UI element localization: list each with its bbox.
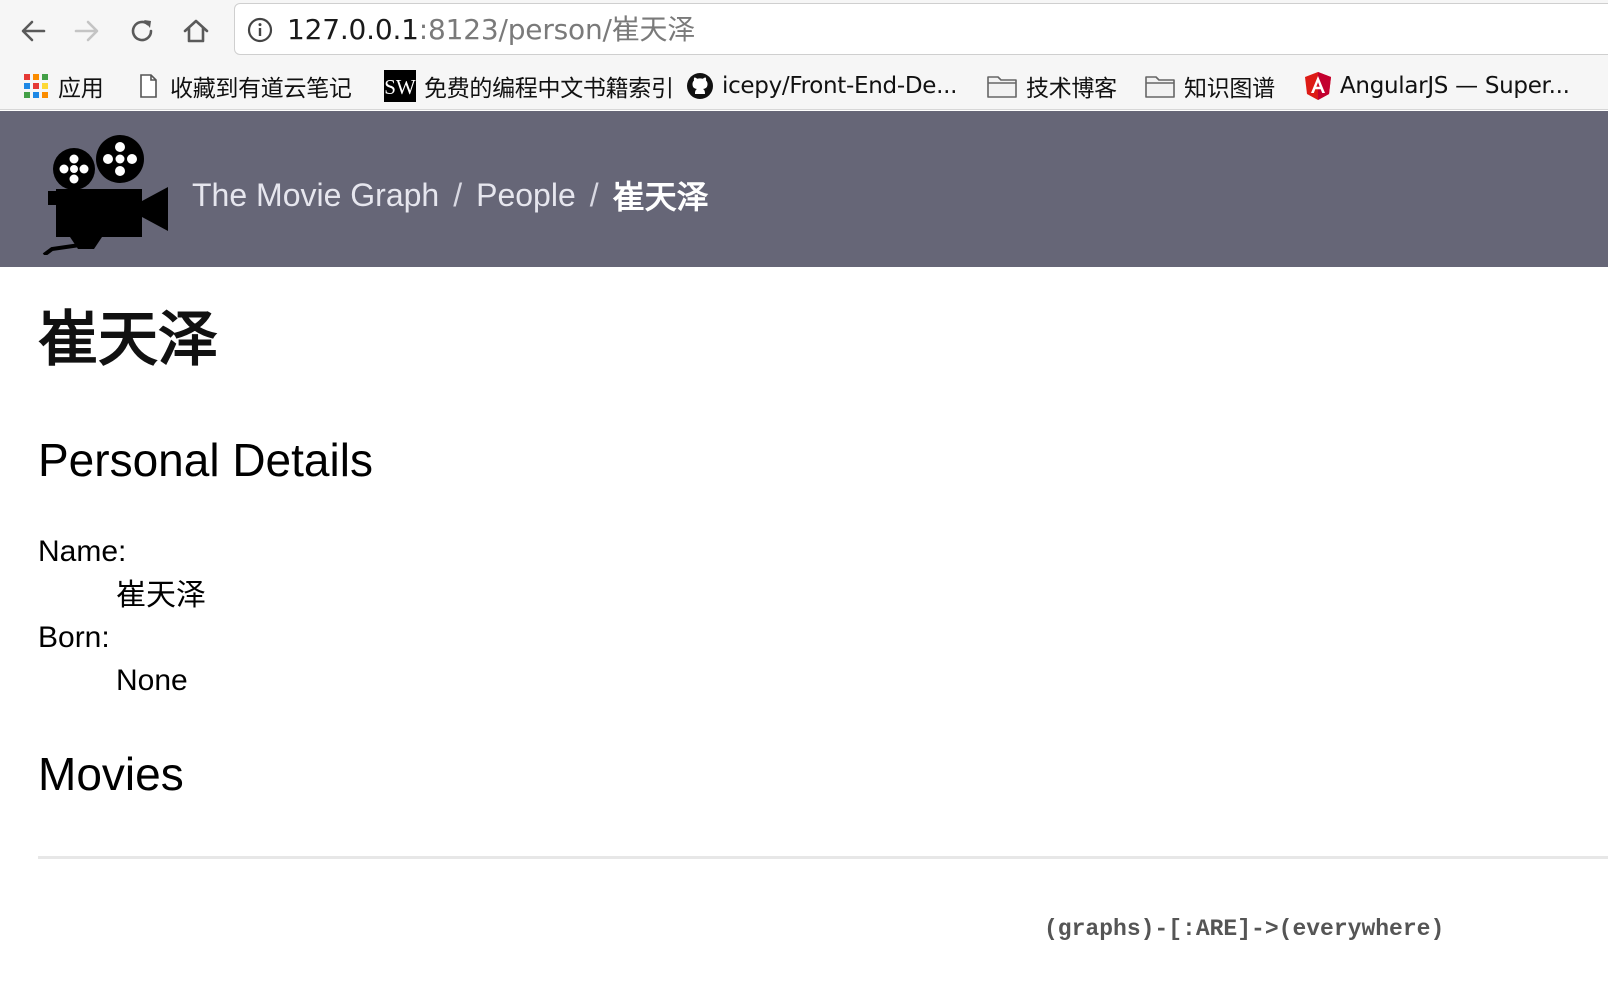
arrow-left-icon xyxy=(21,20,46,42)
reload-icon xyxy=(131,20,153,42)
breadcrumb-separator: / xyxy=(453,176,463,213)
forward-button[interactable] xyxy=(68,12,106,50)
bookmark-label: 知识图谱 xyxy=(1184,76,1275,102)
arrow-right-icon xyxy=(74,20,99,42)
breadcrumb-current: 崔天泽 xyxy=(612,178,709,216)
reload-button[interactable] xyxy=(123,12,161,50)
folder-icon xyxy=(986,72,1018,100)
breadcrumb-home-link[interactable]: The Movie Graph xyxy=(192,177,439,214)
detail-value-born: None xyxy=(116,664,188,697)
bookmark-label: 免费的编程中文书籍索引 xyxy=(424,76,674,102)
github-icon xyxy=(686,72,714,100)
bookmark-folder-tech-blogs[interactable]: 技术博客 xyxy=(986,68,1117,104)
address-bar[interactable]: 127.0.0.1:8123/person/崔天泽 xyxy=(234,3,1608,55)
bookmark-apps[interactable]: 应用 xyxy=(22,68,104,104)
home-button[interactable] xyxy=(177,12,215,50)
url-host: 127.0.0.1 xyxy=(287,13,419,46)
browser-toolbar: 127.0.0.1:8123/person/崔天泽 xyxy=(0,0,1608,62)
breadcrumb-people-link[interactable]: People xyxy=(476,177,576,214)
svg-text:SW: SW xyxy=(384,75,416,99)
breadcrumb: The Movie Graph / People / 崔天泽 xyxy=(192,175,709,217)
page-icon xyxy=(134,72,162,100)
detail-value-name: 崔天泽 xyxy=(116,578,206,613)
bookmark-label: icepy/Front-End-De... xyxy=(722,73,958,99)
movies-heading: Movies xyxy=(38,748,184,800)
apps-grid-icon xyxy=(22,72,50,100)
home-icon xyxy=(183,19,209,43)
url-text[interactable]: 127.0.0.1:8123/person/崔天泽 xyxy=(287,14,695,46)
url-path: :8123/person/崔天泽 xyxy=(418,13,696,46)
bookmark-free-books[interactable]: SW 免费的编程中文书籍索引 xyxy=(384,68,674,104)
detail-label-born: Born: xyxy=(38,621,110,654)
personal-details-heading: Personal Details xyxy=(38,434,373,486)
divider xyxy=(38,856,1608,859)
folder-icon xyxy=(1144,72,1176,100)
bookmark-github[interactable]: icepy/Front-End-De... xyxy=(686,68,957,104)
bookmark-folder-knowledge-graph[interactable]: 知识图谱 xyxy=(1144,68,1275,104)
info-icon[interactable] xyxy=(247,17,273,43)
bookmark-youdao[interactable]: 收藏到有道云笔记 xyxy=(134,68,352,104)
movie-camera-logo-icon[interactable] xyxy=(40,135,172,255)
back-button[interactable] xyxy=(14,12,52,50)
bookmark-label: 收藏到有道云笔记 xyxy=(170,76,352,102)
bookmark-label: AngularJS — Super... xyxy=(1340,73,1570,99)
bookmarks-bar: 应用 收藏到有道云笔记 SW 免费的编程中文书籍索引 icepy/Front-E… xyxy=(0,62,1608,110)
bookmark-label: 应用 xyxy=(58,76,104,102)
breadcrumb-separator: / xyxy=(589,176,599,213)
page-title: 崔天泽 xyxy=(38,305,218,375)
footer-tagline: (graphs)-[:ARE]->(everywhere) xyxy=(1044,916,1445,942)
sw-logo-icon: SW xyxy=(384,70,416,102)
detail-label-name: Name: xyxy=(38,535,127,568)
bookmark-label: 技术博客 xyxy=(1026,76,1117,102)
angular-icon xyxy=(1304,72,1332,100)
bookmark-angularjs[interactable]: AngularJS — Super... xyxy=(1304,68,1570,104)
site-header: The Movie Graph / People / 崔天泽 xyxy=(0,111,1608,267)
